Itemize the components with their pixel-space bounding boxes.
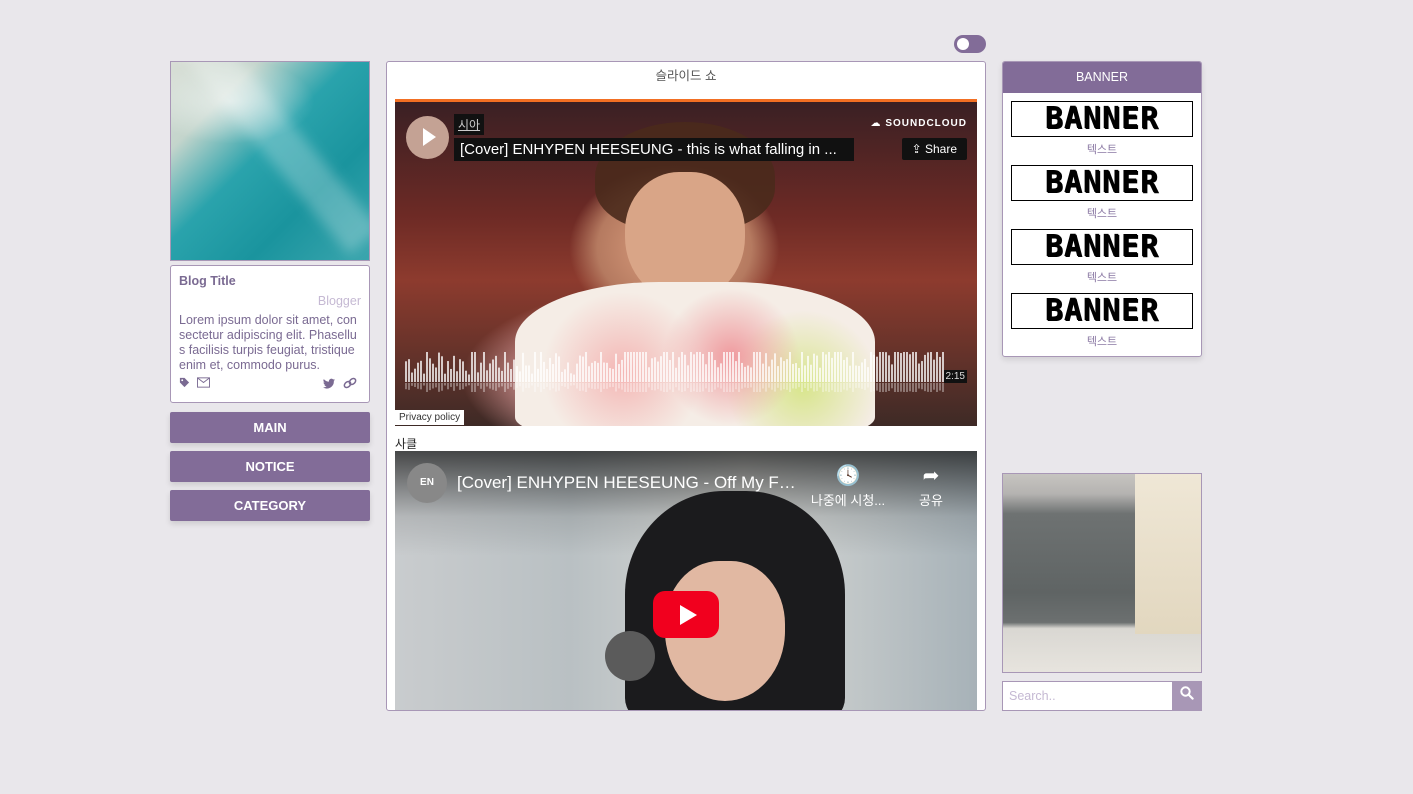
- soundcloud-share-button[interactable]: ⇪ Share: [901, 138, 967, 160]
- banner-label[interactable]: 텍스트: [1011, 333, 1193, 349]
- banner-header: BANNER: [1003, 62, 1201, 93]
- blog-description: Lorem ipsum dolor sit amet, consectetur …: [179, 313, 357, 372]
- share-icon: ⇪: [911, 142, 922, 156]
- mail-icon[interactable]: [197, 377, 211, 391]
- soundcloud-artist-link[interactable]: 시아: [454, 114, 485, 135]
- soundcloud-cloud-icon: ☁: [870, 118, 882, 129]
- youtube-play-button[interactable]: [653, 591, 719, 638]
- banner-image[interactable]: BANNER: [1011, 165, 1193, 201]
- banner-label[interactable]: 텍스트: [1011, 141, 1193, 157]
- soundcloud-duration: 2:15: [943, 370, 967, 383]
- search-bar: [1002, 681, 1202, 711]
- youtube-video-title[interactable]: [Cover] ENHYPEN HEESEUNG - Off My Fa...: [457, 473, 802, 493]
- right-sidebar: BANNER BANNER 텍스트 BANNER 텍스트 BANNER 텍스트 …: [1002, 61, 1202, 711]
- soundcloud-logo-text: SOUNDCLOUD: [885, 118, 967, 129]
- banner-label[interactable]: 텍스트: [1011, 205, 1193, 221]
- search-input[interactable]: [1002, 681, 1172, 711]
- nav-main-button[interactable]: MAIN: [170, 412, 370, 443]
- banner-item: BANNER 텍스트: [1011, 101, 1193, 157]
- link-icon[interactable]: [343, 377, 357, 392]
- slideshow-title: 슬라이드 쇼: [655, 69, 717, 83]
- youtube-share-button[interactable]: ➦ 공유: [909, 463, 953, 509]
- youtube-share-label: 공유: [919, 493, 943, 508]
- soundcloud-play-button[interactable]: [406, 116, 449, 159]
- watch-later-button[interactable]: 🕓 나중에 시청...: [803, 463, 893, 509]
- theme-toggle[interactable]: [954, 35, 986, 53]
- embed-caption: 사클: [395, 437, 418, 451]
- nav-notice-button[interactable]: NOTICE: [170, 451, 370, 482]
- search-icon: [1180, 686, 1194, 700]
- toggle-knob: [957, 38, 969, 50]
- soundcloud-share-label: Share: [924, 142, 957, 156]
- watch-later-label: 나중에 시청...: [810, 493, 886, 508]
- youtube-channel-avatar[interactable]: EN: [407, 463, 447, 503]
- banner-image[interactable]: BANNER: [1011, 293, 1193, 329]
- banner-item: BANNER 텍스트: [1011, 229, 1193, 285]
- soundcloud-waveform[interactable]: [405, 352, 945, 397]
- sidebar-photo: [1002, 473, 1202, 673]
- photo-wall: [1135, 474, 1201, 634]
- banner-image[interactable]: BANNER: [1011, 101, 1193, 137]
- video-microphone: [605, 631, 655, 681]
- blogger-name: Blogger: [317, 294, 361, 308]
- blog-title: Blog Title: [179, 274, 236, 288]
- tag-icon[interactable]: [179, 377, 193, 391]
- search-button[interactable]: [1172, 681, 1202, 711]
- banner-image[interactable]: BANNER: [1011, 229, 1193, 265]
- blog-info-box: Blog Title Blogger Lorem ipsum dolor sit…: [170, 265, 370, 403]
- info-icon-row: [179, 377, 361, 392]
- banner-box: BANNER BANNER 텍스트 BANNER 텍스트 BANNER 텍스트 …: [1002, 61, 1202, 357]
- soundcloud-track-title[interactable]: [Cover] ENHYPEN HEESEUNG - this is what …: [454, 138, 854, 161]
- profile-image: [170, 61, 370, 261]
- youtube-player[interactable]: EN [Cover] ENHYPEN HEESEUNG - Off My Fa.…: [395, 451, 977, 710]
- privacy-policy-link[interactable]: Privacy policy: [395, 410, 465, 425]
- soundcloud-logo[interactable]: ☁ SOUNDCLOUD: [871, 118, 967, 129]
- nav-category-button[interactable]: CATEGORY: [170, 490, 370, 521]
- share-arrow-icon: ➦: [922, 465, 940, 487]
- clock-icon: 🕓: [835, 465, 861, 487]
- soundcloud-player[interactable]: 시아 [Cover] ENHYPEN HEESEUNG - this is wh…: [395, 99, 977, 426]
- banner-item: BANNER 텍스트: [1011, 293, 1193, 349]
- banner-label[interactable]: 텍스트: [1011, 269, 1193, 285]
- left-sidebar: Blog Title Blogger Lorem ipsum dolor sit…: [170, 61, 370, 521]
- main-content: 슬라이드 쇼 시아 [Cover] ENHYPEN HEESEUNG - thi…: [386, 61, 986, 711]
- banner-item: BANNER 텍스트: [1011, 165, 1193, 221]
- twitter-icon[interactable]: [322, 378, 339, 392]
